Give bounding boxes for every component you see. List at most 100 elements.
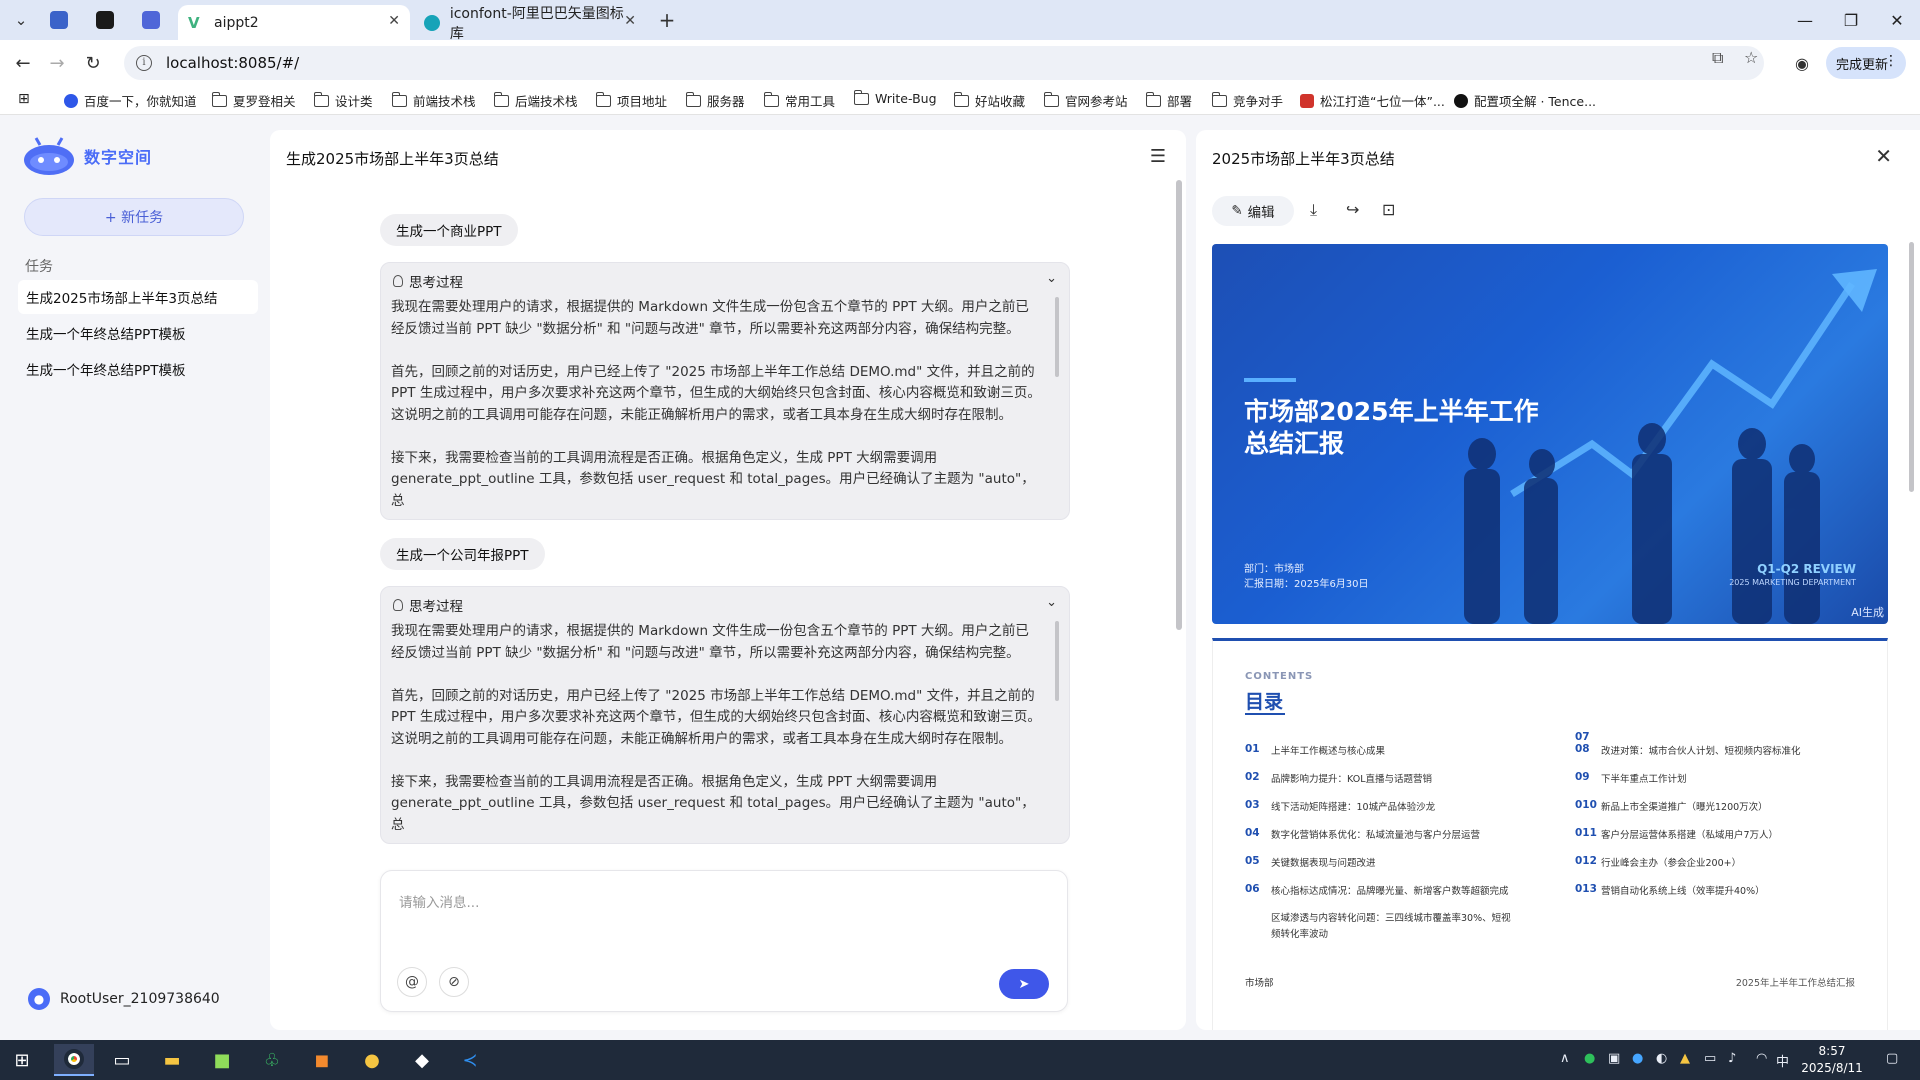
pycharm-icon[interactable]: ■ [202,1044,242,1076]
bookmark-folder[interactable]: 夏罗登相关 [211,91,296,110]
attach-icon[interactable]: ⊘ [439,967,469,997]
app-icon[interactable]: ◆ [402,1044,442,1076]
edit-button[interactable]: ✎ 编辑 [1212,196,1294,226]
download-icon[interactable]: ⤓ [1310,200,1317,220]
reload-icon[interactable]: ↻ [78,48,108,78]
slide-cover[interactable]: 市场部2025年上半年工作总结汇报 部门：市场部 汇报日期：2025年6月30日 … [1212,244,1888,624]
tray-app-icon[interactable]: ● [1632,1051,1643,1066]
close-tab-icon[interactable]: ✕ [624,13,636,29]
system-clock[interactable]: 8:57 2025/8/11 [1796,1043,1868,1077]
back-icon[interactable]: ← [8,48,38,78]
bookmark-folder[interactable]: 前端技术栈 [391,91,476,110]
tray-app-icon[interactable]: ▣ [1608,1051,1620,1066]
close-icon[interactable]: ✕ [1875,144,1892,168]
bookmark-folder[interactable]: 部署 [1145,91,1192,110]
share-icon[interactable]: ↪ [1346,200,1359,219]
user-profile[interactable]: ● RootUser_2109738640 [28,988,220,1010]
thinking-block: 思考过程 ⌄ 我现在需要处理用户的请求，根据提供的 Markdown 文件生成一… [380,262,1070,520]
pinned-tab-3[interactable] [132,5,170,35]
folder-icon [595,91,611,107]
bookmark-folder[interactable]: 设计类 [313,91,373,110]
bookmark-star-icon[interactable]: ☆ [1744,48,1758,67]
pinned-tab-icon [50,11,68,29]
pinned-tab-1[interactable] [40,5,78,35]
present-icon[interactable]: ⊡ [1382,200,1395,219]
chat-scrollbar[interactable] [1176,180,1182,630]
slide-contents[interactable]: CONTENTS 目录 01 上半年工作概述与核心成果 02 品牌影响力提升：KOL… [1212,638,1888,1030]
bookmark-folder[interactable]: Write-Bug [853,89,937,106]
bookmark-item[interactable]: 百度一下，你就知道 [64,91,197,110]
thinking-scrollbar[interactable] [1055,297,1059,377]
notification-icon[interactable]: ▢ [1886,1051,1898,1066]
brand-logo[interactable]: 数字空间 [22,136,152,176]
app-icon[interactable]: ◼ [302,1044,342,1076]
toc-number: 02 [1245,771,1260,783]
slide-footer-left: 市场部 [1245,978,1274,989]
tab-iconfont[interactable]: iconfont-阿里巴巴矢量图标库 ✕ [414,5,646,42]
thinking-header[interactable]: 思考过程 [393,271,463,291]
toc-number: 03 [1245,799,1260,811]
ime-indicator[interactable]: 中 [1776,1051,1789,1070]
minimize-icon[interactable]: — [1782,0,1828,40]
thinking-scrollbar[interactable] [1055,621,1059,701]
chevron-down-icon[interactable]: ⌄ [1046,595,1057,610]
forward-icon[interactable]: → [42,48,72,78]
panel-menu-icon[interactable]: ☰ [1150,146,1166,167]
battery-icon[interactable]: ▭ [1704,1051,1716,1066]
wechat-devtool-icon[interactable]: ♧ [252,1044,292,1076]
bookmark-folder[interactable]: 官网参考站 [1043,91,1128,110]
bookmark-folder[interactable]: 常用工具 [763,91,835,110]
toc-item: 08 改进对策：城市合伙人计划、短视频内容标准化 [1575,743,1801,757]
close-window-icon[interactable]: ✕ [1874,0,1920,40]
message-input[interactable]: 请输入消息... [399,891,479,911]
app-icon[interactable]: ● [352,1044,392,1076]
tab-search-chevron-icon[interactable]: ⌄ [6,5,36,35]
bookmark-item[interactable]: 配置项全解 · Tence... [1454,91,1596,110]
update-button[interactable]: 完成更新 ⋮ [1826,47,1906,79]
clock-date: 2025/8/11 [1801,1061,1863,1075]
thinking-block: 思考过程 ⌄ 我现在需要处理用户的请求，根据提供的 Markdown 文件生成一… [380,586,1070,844]
address-bar[interactable]: i localhost:8085/#/ [124,46,1764,80]
bookmark-folder[interactable]: 竞争对手 [1211,91,1283,110]
bookmark-folder[interactable]: 好站收藏 [953,91,1025,110]
mention-icon[interactable]: @ [397,967,427,997]
wifi-icon[interactable]: ◠ [1756,1051,1767,1066]
terminal-icon[interactable]: ▭ [102,1044,142,1076]
new-task-button[interactable]: + 新任务 [24,198,244,236]
more-menu-icon[interactable]: ⋮ [1884,53,1898,69]
bookmark-folder[interactable]: 项目地址 [595,91,667,110]
send-button[interactable]: ➤ [999,969,1049,999]
file-explorer-icon[interactable]: ▬ [152,1044,192,1076]
bookmark-folder[interactable]: 服务器 [685,91,745,110]
task-item[interactable]: 生成一个年终总结PPT模板 [18,316,258,350]
chevron-down-icon[interactable]: ⌄ [1046,271,1057,286]
task-item[interactable]: 生成一个年终总结PPT模板 [18,352,258,386]
tab-aippt2[interactable]: V aippt2 ✕ [178,5,410,40]
toc-text: 区域渗透与内容转化问题：三四线城市覆盖率30%、短视频转化率波动 [1271,913,1511,940]
toc-item: 012 行业峰会主办（参会企业200+） [1575,855,1741,869]
chrome-icon[interactable] [54,1044,94,1076]
new-tab-button[interactable]: + [652,5,682,35]
volume-icon[interactable]: ♪ [1728,1051,1736,1066]
pinned-tab-2[interactable] [86,5,124,35]
tray-app-icon[interactable]: ▲ [1680,1051,1690,1066]
username: RootUser_2109738640 [60,991,220,1007]
wechat-tray-icon[interactable]: ● [1584,1051,1595,1066]
folder-icon [1043,91,1059,107]
close-tab-icon[interactable]: ✕ [388,13,400,29]
thinking-header[interactable]: 思考过程 [393,595,463,615]
restore-icon[interactable]: ❐ [1828,0,1874,40]
install-app-icon[interactable]: ⧉ [1712,48,1723,68]
tray-app-icon[interactable]: ◐ [1656,1051,1667,1066]
bookmark-label: 百度一下，你就知道 [84,94,197,109]
tray-chevron-icon[interactable]: ∧ [1560,1051,1570,1066]
apps-grid-icon[interactable]: ⊞ [18,91,30,107]
profile-icon[interactable]: ◉ [1788,49,1816,77]
preview-scrollbar[interactable] [1909,242,1914,492]
vscode-icon[interactable]: ≺ [450,1044,490,1076]
site-info-icon[interactable]: i [136,55,152,71]
start-icon[interactable]: ⊞ [2,1044,42,1076]
task-item[interactable]: 生成2025市场部上半年3页总结 [18,280,258,314]
bookmark-folder[interactable]: 后端技术栈 [493,91,578,110]
bookmark-item[interactable]: 松江打造“七位一体”... [1300,91,1445,110]
